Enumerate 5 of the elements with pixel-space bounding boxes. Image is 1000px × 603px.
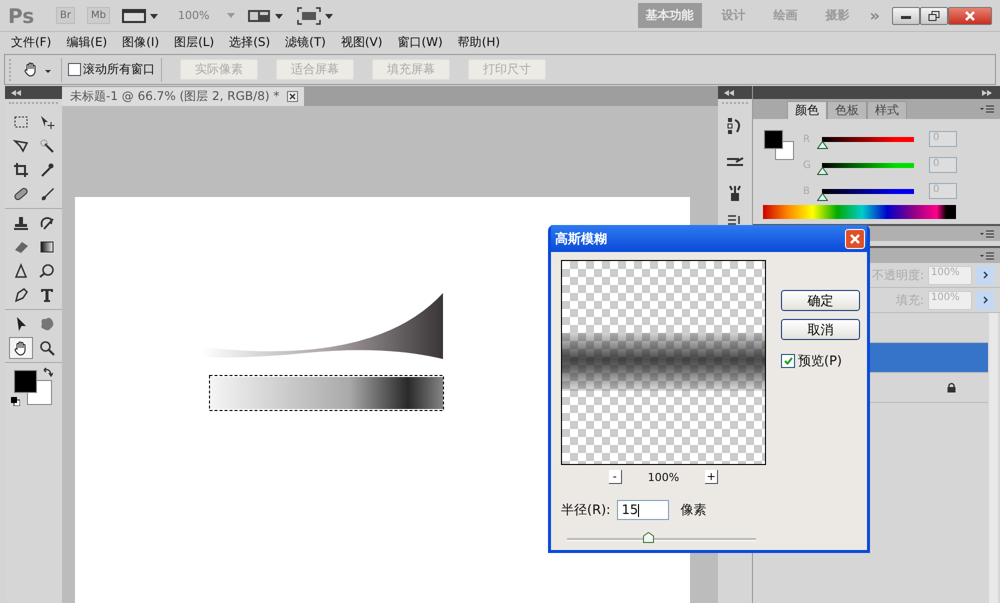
app-logo: Ps: [8, 4, 36, 28]
dialog-title: 高斯模糊: [555, 230, 607, 248]
unit-label: 像素: [680, 502, 707, 519]
preview-zoom-level: 100%: [648, 470, 680, 484]
radius-label: 半径(R):: [561, 502, 611, 519]
